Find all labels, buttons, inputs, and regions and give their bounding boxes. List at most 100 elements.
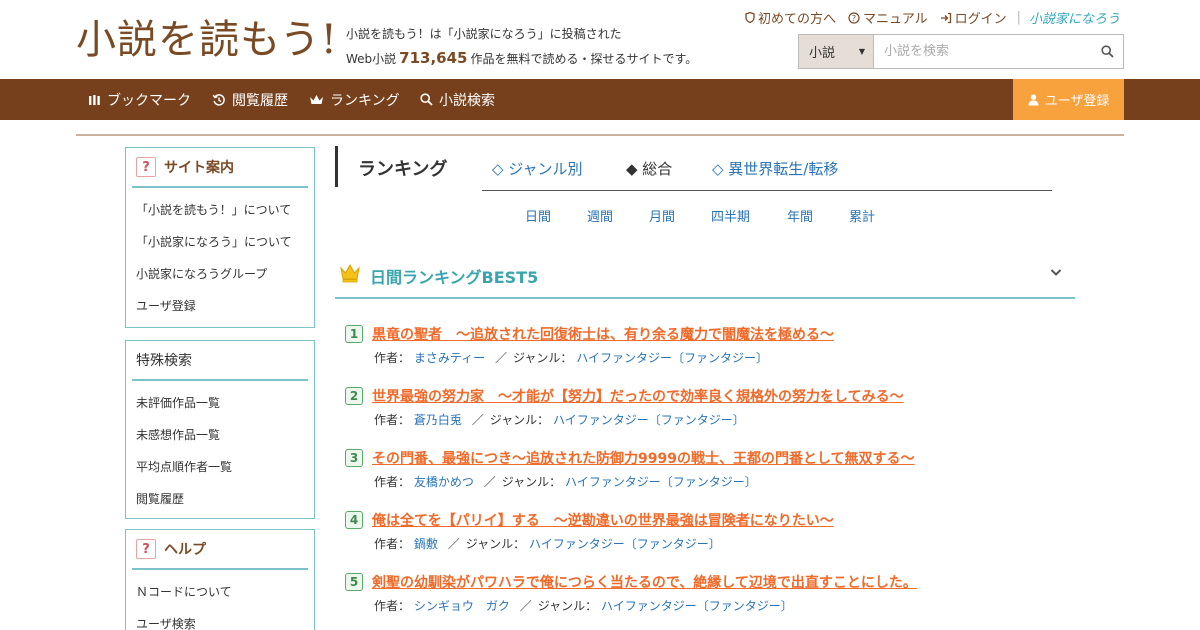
genre-link[interactable]: ハイファンタジー〔ファンタジー〕 <box>576 351 768 365</box>
special-search-box: 特殊検索 未評価作品一覧 未感想作品一覧 平均点順作者一覧 閲覧履歴 <box>125 340 315 519</box>
special-search-item-unrated[interactable]: 未評価作品一覧 <box>136 387 304 419</box>
user-register-label: ユーザ登録 <box>1044 94 1110 109</box>
tab-underline <box>482 190 1052 191</box>
genre-label: ジャンル： <box>465 537 526 551</box>
novel-meta: 作者： 蒼乃白兎 ／ ジャンル： ハイファンタジー〔ファンタジー〕 <box>374 411 745 428</box>
site-guide-item-about-yomou[interactable]: 「小説を読もう！」について <box>136 194 304 226</box>
meta-separator: ／ <box>447 537 460 551</box>
nav-ranking-label: ランキング <box>330 92 400 109</box>
question-circle-icon: ? <box>848 11 860 24</box>
author-link[interactable]: まさみティー <box>414 351 485 365</box>
search-icon <box>1100 45 1114 58</box>
nav-novel-search[interactable]: 小説検索 <box>420 79 495 120</box>
work-count: 713,645 <box>399 49 468 67</box>
meta-separator: ／ <box>519 599 532 613</box>
rank-number-badge: 5 <box>345 573 363 591</box>
period-monthly[interactable]: 月間 <box>649 206 675 225</box>
period-weekly[interactable]: 週間 <box>587 206 613 225</box>
nav-history[interactable]: 閲覧履歴 <box>212 79 288 120</box>
help-item-ncode[interactable]: Ｎコードについて <box>136 576 304 608</box>
question-icon: ? <box>136 157 156 177</box>
site-guide-item-user-register[interactable]: ユーザ登録 <box>136 290 304 322</box>
tagline-suffix: 作品を無料で読める・探せるサイトです。 <box>470 52 698 66</box>
question-icon: ? <box>136 539 156 559</box>
search-icon <box>420 93 433 106</box>
tagline-line2: Web小説 713,645 作品を無料で読める・探せるサイトです。 <box>346 46 697 71</box>
tab-isekai[interactable]: ◇ 異世界転生/転移 <box>712 158 838 179</box>
daily-best5-title: 日間ランキングBEST5 <box>370 268 539 287</box>
author-link[interactable]: 友橋かめつ <box>414 475 474 489</box>
period-cumulative[interactable]: 累計 <box>849 206 875 225</box>
period-yearly[interactable]: 年間 <box>787 206 813 225</box>
nav-bookmark-label: ブックマーク <box>107 92 191 109</box>
ranking-title-bar <box>335 146 338 187</box>
search-type-value: 小説 <box>809 46 836 61</box>
novel-meta: 作者： 鍋敷 ／ ジャンル： ハイファンタジー〔ファンタジー〕 <box>374 535 721 552</box>
site-guide-heading: ? サイト案内 <box>132 148 308 188</box>
search-button[interactable] <box>1091 35 1123 68</box>
special-search-item-history[interactable]: 閲覧履歴 <box>136 483 304 515</box>
author-link[interactable]: シンギョウ ガク <box>414 599 510 613</box>
meta-separator: ／ <box>471 413 484 427</box>
daily-best5-header[interactable]: 日間ランキングBEST5 <box>335 255 1075 299</box>
meta-separator: ／ <box>483 475 496 489</box>
tab-genre[interactable]: ◇ ジャンル別 <box>492 158 583 179</box>
novel-title-link[interactable]: 剣聖の幼馴染がパワハラで俺につらく当たるので、絶縁して辺境で出直すことにした。 <box>372 572 917 592</box>
site-logo[interactable]: 小説を読もう! <box>76 16 338 64</box>
chevron-down-icon[interactable] <box>1049 265 1063 279</box>
user-icon <box>1028 94 1039 105</box>
beginner-link[interactable]: 初めての方へ <box>745 8 836 27</box>
history-icon <box>212 93 225 106</box>
genre-link[interactable]: ハイファンタジー〔ファンタジー〕 <box>601 599 793 613</box>
tab-overall[interactable]: ◆ 総合 <box>626 158 672 179</box>
rank-number-badge: 3 <box>345 449 363 467</box>
help-box: ? ヘルプ Ｎコードについて ユーザ検索 <box>125 529 315 630</box>
help-item-user-search[interactable]: ユーザ検索 <box>136 608 304 630</box>
search-type-select[interactable]: 小説 ▼ <box>799 35 874 68</box>
site-guide-box: ? サイト案内 「小説を読もう！」について 「小説家になろう」について 小説家に… <box>125 147 315 328</box>
help-list: Ｎコードについて ユーザ検索 <box>126 570 314 630</box>
genre-link[interactable]: ハイファンタジー〔ファンタジー〕 <box>553 413 745 427</box>
narou-partner-logo[interactable]: 小説家になろう <box>1029 8 1120 27</box>
author-link[interactable]: 蒼乃白兎 <box>414 413 462 427</box>
manual-link-label: マニュアル <box>862 12 928 27</box>
crown-icon <box>340 263 360 283</box>
special-search-item-average-author[interactable]: 平均点順作者一覧 <box>136 451 304 483</box>
special-search-title: 特殊検索 <box>136 353 192 369</box>
login-link[interactable]: ログイン <box>940 8 1007 27</box>
novel-title-link[interactable]: 俺は全てを【パリイ】する 〜逆勘違いの世界最強は冒険者になりたい〜 <box>372 510 834 530</box>
genre-link[interactable]: ハイファンタジー〔ファンタジー〕 <box>529 537 721 551</box>
nav-novel-search-label: 小説検索 <box>439 92 495 109</box>
site-guide-item-narou-group[interactable]: 小説家になろうグループ <box>136 258 304 290</box>
site-guide-item-about-narou[interactable]: 「小説家になろう」について <box>136 226 304 258</box>
nav-bookmark[interactable]: ブックマーク <box>88 79 191 120</box>
novel-title-link[interactable]: 世界最強の努力家 〜才能が【努力】だったので効率良く規格外の努力をしてみる〜 <box>372 386 904 406</box>
header-top-links: 初めての方へ ? マニュアル ログイン | 小説家になろう <box>733 8 1120 27</box>
ranking-title: ランキング <box>358 159 448 180</box>
period-quarterly[interactable]: 四半期 <box>711 206 750 225</box>
crown-icon <box>310 94 323 104</box>
nav-ranking[interactable]: ランキング <box>309 79 400 120</box>
novel-title-link[interactable]: 黒竜の聖者 〜追放された回復術士は、有り余る魔力で闇魔法を極める〜 <box>372 324 834 344</box>
special-search-heading: 特殊検索 <box>132 341 308 381</box>
author-label: 作者： <box>374 537 411 551</box>
manual-link[interactable]: ? マニュアル <box>848 8 928 27</box>
author-label: 作者： <box>374 351 411 365</box>
special-search-item-no-review[interactable]: 未感想作品一覧 <box>136 419 304 451</box>
novel-title-link[interactable]: その門番、最強につき～追放された防御力9999の戦士、王都の門番として無双する～ <box>372 448 915 468</box>
period-daily[interactable]: 日間 <box>525 206 551 225</box>
site-tagline: 小説を読もう！は「小説家になろう」に投稿された Web小説 713,645 作品を無… <box>346 22 697 71</box>
novel-meta: 作者： まさみティー ／ ジャンル： ハイファンタジー〔ファンタジー〕 <box>374 349 768 366</box>
bookmark-icon <box>89 94 100 105</box>
login-icon <box>940 12 951 23</box>
meta-separator: ／ <box>494 351 507 365</box>
search-input[interactable] <box>874 35 1091 68</box>
tagline-line1: 小説を読もう！は「小説家になろう」に投稿された <box>346 27 622 41</box>
author-link[interactable]: 鍋敷 <box>414 537 438 551</box>
genre-link[interactable]: ハイファンタジー〔ファンタジー〕 <box>565 475 757 489</box>
rank-number-badge: 1 <box>345 325 363 343</box>
main-nav-bar: ブックマーク 閲覧履歴 ランキング 小説検索 ユーザ登録 <box>0 79 1200 120</box>
novel-meta: 作者： 友橋かめつ ／ ジャンル： ハイファンタジー〔ファンタジー〕 <box>374 473 757 490</box>
user-register-button[interactable]: ユーザ登録 <box>1013 79 1124 120</box>
login-link-label: ログイン <box>954 12 1007 27</box>
